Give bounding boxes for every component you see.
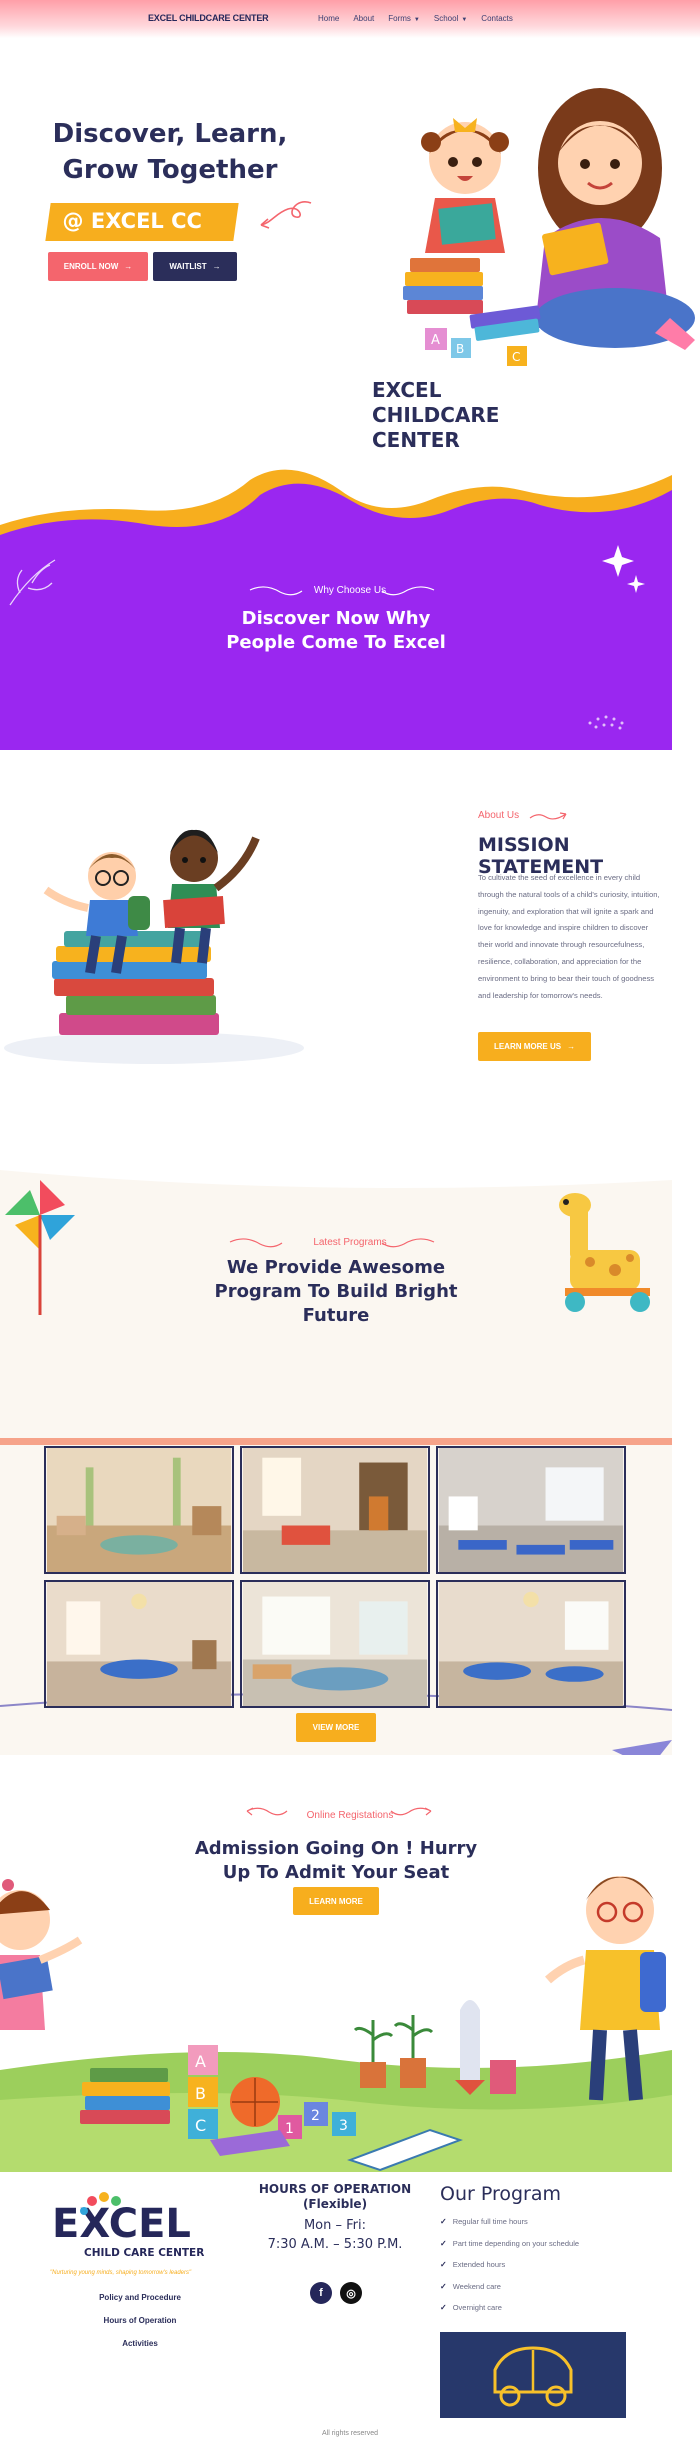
- svg-text:B: B: [195, 2084, 206, 2103]
- squiggle-icon: [246, 1807, 288, 1816]
- list-item: ✓ Weekend care: [440, 2276, 579, 2298]
- svg-text:C: C: [512, 350, 520, 364]
- footer-tagline: "Nurturing young minds, shaping tomorrow…: [50, 2270, 192, 2276]
- instagram-icon[interactable]: ◎: [340, 2282, 362, 2304]
- squiggle-icon: [529, 812, 567, 820]
- learn-more-admission-label: LEARN MORE: [309, 1896, 363, 1906]
- hero-illustration: A B C: [403, 88, 695, 366]
- learn-more-about-label: LEARN MORE US: [493, 1042, 562, 1051]
- why-kicker: Why Choose Us: [313, 585, 387, 596]
- hours-title: HOURS OF OPERATION (Flexible): [258, 2182, 412, 2211]
- waitlist-button[interactable]: WAITLIST →: [153, 252, 237, 281]
- logo-subtitle: CHILD CARE CENTER: [84, 2247, 204, 2259]
- program-item-label: Overnight care: [452, 2303, 502, 2313]
- program-item-label: Weekend care: [452, 2281, 501, 2291]
- copyright: All rights reserved: [321, 2430, 379, 2437]
- check-icon: ✓: [440, 2238, 447, 2248]
- about-kicker: About Us: [478, 810, 520, 821]
- check-icon: ✓: [440, 2260, 447, 2270]
- nav-contacts[interactable]: Contacts: [481, 14, 513, 23]
- program-list-title: Our Program: [440, 2183, 562, 2205]
- list-item: ✓ Part time depending on your schedule: [440, 2233, 579, 2255]
- check-icon: ✓: [440, 2281, 447, 2291]
- hours-time: 7:30 A.M. – 5:30 P.M.: [267, 2237, 403, 2252]
- hours-days: Mon – Fri:: [303, 2218, 367, 2233]
- nav-forms[interactable]: Forms ▼: [388, 14, 420, 23]
- kids-reading-illustration: [4, 829, 304, 1064]
- our-program: Our Program ✓ Regular full time hours ✓ Pa…: [440, 2183, 579, 2319]
- learn-more-admission-button[interactable]: LEARN MORE: [293, 1887, 379, 1915]
- program-item-label: Extended hours: [452, 2260, 506, 2270]
- program-item-label: Regular full time hours: [452, 2217, 528, 2227]
- playroom-photo[interactable]: [240, 1446, 430, 1574]
- nav-home[interactable]: Home: [318, 14, 339, 23]
- list-item: ✓ Regular full time hours: [440, 2211, 579, 2233]
- site-header: EXCEL CHILDCARE CENTER Home About Forms ▼…: [0, 0, 700, 38]
- nap-room-photo[interactable]: [436, 1446, 626, 1574]
- programs-title: We Provide Awesome Program To Build Brig…: [214, 1257, 458, 1326]
- hero-tag: @ EXCEL CC: [45, 203, 239, 241]
- curly-arrow-icon: [260, 201, 312, 229]
- list-item: ✓ Extended hours: [440, 2254, 579, 2276]
- list-item: ✓ Overnight care: [440, 2297, 579, 2319]
- view-more-button[interactable]: VIEW MORE: [296, 1713, 376, 1742]
- toy-car-image: [440, 2332, 626, 2418]
- chevron-down-icon: ▼: [413, 17, 420, 23]
- nav-school-label: School: [433, 14, 459, 23]
- svg-text:2: 2: [311, 2108, 320, 2124]
- facebook-icon[interactable]: f: [310, 2282, 332, 2304]
- mission-text: To cultivate the seed of excellence in e…: [478, 873, 660, 1000]
- program-item-label: Part time depending on your schedule: [452, 2238, 580, 2248]
- hours-of-operation: HOURS OF OPERATION (Flexible) Mon – Fri:…: [250, 2182, 420, 2252]
- hours-link[interactable]: Hours of Operation: [60, 2316, 220, 2325]
- check-icon: ✓: [440, 2217, 447, 2227]
- arrow-right-icon: →: [567, 1042, 576, 1051]
- program-photo-grid: [44, 1446, 626, 1708]
- squiggle-icon: [390, 1807, 432, 1816]
- activities-link[interactable]: Activities: [60, 2339, 220, 2348]
- social-links: f ◎: [310, 2282, 362, 2304]
- window-room-photo[interactable]: [240, 1580, 430, 1708]
- admission-kicker: Online Registations: [306, 1810, 394, 1821]
- arrow-right-icon: →: [124, 262, 133, 271]
- view-more-label: VIEW MORE: [312, 1723, 360, 1732]
- svg-text:B: B: [456, 342, 464, 356]
- svg-text:A: A: [431, 333, 440, 348]
- waitlist-label: WAITLIST: [169, 262, 207, 271]
- main-nav: Home About Forms ▼ School ▼ Contacts: [318, 14, 513, 23]
- svg-text:1: 1: [285, 2121, 294, 2137]
- activity-room-photo[interactable]: [436, 1580, 626, 1708]
- why-title: Discover Now Why People Come To Excel: [226, 608, 446, 653]
- brand-title[interactable]: EXCEL CHILDCARE CENTER: [148, 13, 269, 23]
- svg-text:3: 3: [339, 2118, 348, 2134]
- center-name-heading: EXCEL CHILDCARE CENTER: [372, 378, 500, 452]
- classroom-photo[interactable]: [44, 1446, 234, 1574]
- svg-text:C: C: [195, 2116, 206, 2135]
- svg-text:A: A: [195, 2052, 206, 2071]
- learn-more-about-button[interactable]: LEARN MORE US →: [478, 1032, 591, 1061]
- hero-title: Discover, Learn, Grow Together: [52, 119, 288, 185]
- admission-title: Admission Going On ! Hurry Up To Admit Y…: [194, 1838, 478, 1883]
- excel-logo: EXCEL CHILD CARE CENTER: [52, 2192, 210, 2259]
- dining-room-photo[interactable]: [44, 1580, 234, 1708]
- nav-forms-label: Forms: [388, 14, 411, 23]
- hero-tag-text: @ EXCEL CC: [62, 209, 202, 233]
- policy-link[interactable]: Policy and Procedure: [60, 2293, 220, 2302]
- chevron-down-icon: ▼: [461, 17, 468, 23]
- enroll-now-button[interactable]: ENROLL NOW →: [48, 252, 148, 281]
- enroll-now-label: ENROLL NOW: [63, 262, 119, 271]
- program-list: ✓ Regular full time hours ✓ Part time depe…: [440, 2211, 579, 2319]
- footer-links: Policy and Procedure Hours of Operation …: [60, 2293, 220, 2362]
- logo-word: EXCEL: [52, 2201, 191, 2247]
- nav-about[interactable]: About: [353, 14, 374, 23]
- programs-kicker: Latest Programs: [313, 1237, 387, 1248]
- check-icon: ✓: [440, 2303, 447, 2313]
- nav-school[interactable]: School ▼: [434, 14, 467, 23]
- arrow-right-icon: →: [212, 262, 221, 271]
